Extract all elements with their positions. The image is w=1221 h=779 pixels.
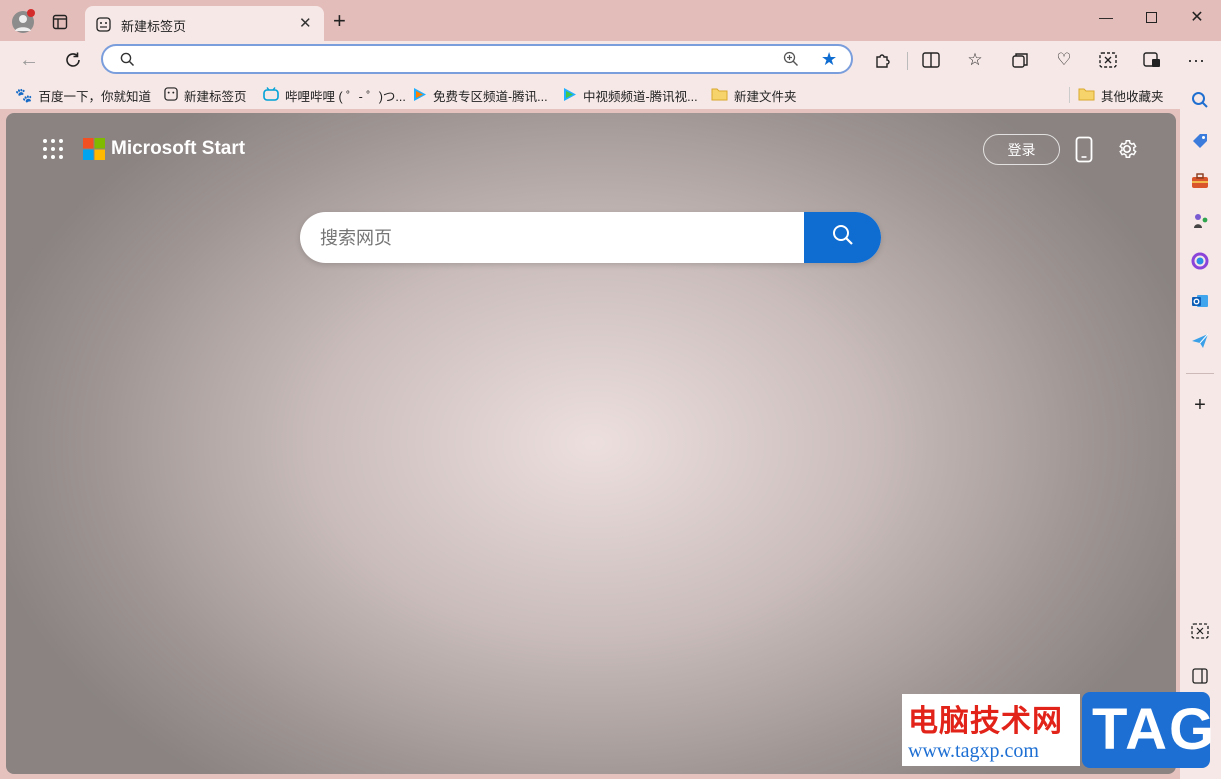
outlook-icon[interactable] [1184,285,1216,317]
bookmark-label: 新建标签页 [184,90,247,104]
browser-essentials-icon[interactable]: ♡ [1048,44,1080,76]
more-options-icon[interactable]: ··· [1180,44,1212,76]
bookmarks-bar: 🐾 百度一下，你就知道 新建标签页 哔哩哔哩 ( ゜- ゜)つ... 免费专区频… [0,81,1221,109]
mobile-icon[interactable] [1075,136,1093,168]
microsoft-logo-icon [83,138,105,160]
bookmark-label: 哔哩哔哩 ( ゜- ゜)つ... [285,90,406,104]
search-icon [120,52,135,72]
bookmark-label: 百度一下，你就知道 [38,90,151,104]
app-launcher-icon[interactable] [42,138,64,160]
watermark-logo: TAG [1082,692,1214,768]
screenshot-icon[interactable] [1092,44,1124,76]
other-bookmarks[interactable]: 其他收藏夹 [1078,86,1164,105]
bookmark-baidu[interactable]: 🐾 百度一下，你就知道 [15,86,151,105]
collections-icon[interactable] [1004,44,1036,76]
folder-icon [1078,87,1095,104]
add-sidebar-app-icon[interactable]: + [1184,389,1216,421]
web-search-input[interactable] [318,225,792,251]
favorite-star-icon[interactable]: ★ [821,49,837,70]
watermark-url: www.tagxp.com [908,740,1039,762]
other-bookmarks-label: 其他收藏夹 [1101,90,1164,104]
login-button[interactable]: 登录 [983,134,1060,165]
bookmark-new-tab[interactable]: 新建标签页 [164,86,247,105]
refresh-icon[interactable] [57,44,89,76]
toolbar: ← ★ ☆ ♡ ··· [0,41,1221,81]
tab-new-tab[interactable]: 新建标签页 ✕ [85,6,324,41]
web-search-box[interactable] [300,212,881,263]
settings-gear-icon[interactable] [1116,138,1138,165]
microsoft-365-icon[interactable] [1184,245,1216,277]
tab-actions-icon[interactable] [52,14,68,35]
search-icon [832,224,854,251]
title-bar: 新建标签页 ✕ + — ✕ [0,0,1221,41]
minimize-button[interactable]: — [1083,5,1129,29]
web-search-button[interactable] [804,212,881,263]
close-tab-icon[interactable]: ✕ [299,14,312,32]
shopping-tag-icon[interactable] [1184,125,1216,157]
newtab-icon [96,17,111,37]
brand-name[interactable]: Microsoft Start [111,138,245,160]
address-bar[interactable]: ★ [101,44,853,74]
page-content: Microsoft Start 登录 [6,113,1176,774]
new-tab-button[interactable]: + [333,10,346,32]
zoom-icon[interactable] [783,51,799,72]
hide-sidebar-icon[interactable] [1184,660,1216,692]
close-window-button[interactable]: ✕ [1174,5,1220,29]
back-arrow-icon[interactable]: ← [13,44,45,76]
bookmark-label: 中视频频道-腾讯视... [583,90,698,104]
newtab-icon [164,87,178,104]
bookmark-label: 新建文件夹 [734,90,797,104]
bookmark-bilibili[interactable]: 哔哩哔哩 ( ゜- ゜)つ... [263,86,406,105]
bookmark-tencent-mid[interactable]: 中视频频道-腾讯视... [562,86,698,105]
sidebar-screenshot-icon[interactable] [1184,615,1216,647]
tools-icon[interactable] [1184,165,1216,197]
tencent-video-icon [412,87,427,105]
games-icon[interactable] [1184,205,1216,237]
bookmarks-divider [1069,87,1070,103]
extensions-icon[interactable] [867,44,899,76]
favorites-icon[interactable]: ☆ [959,44,991,76]
watermark-text-panel: 电脑技术网 www.tagxp.com [902,694,1080,766]
send-icon[interactable] [1184,325,1216,357]
watermark-title: 电脑技术网 [908,704,1063,739]
address-input[interactable] [143,49,747,71]
toolbar-divider [907,52,908,70]
bookmark-folder[interactable]: 新建文件夹 [711,86,797,105]
split-screen-icon[interactable] [915,44,947,76]
tencent-video-icon [562,87,577,105]
bilibili-icon [263,87,279,104]
maximize-button[interactable] [1128,5,1174,29]
sidebar-divider [1186,373,1214,374]
edge-sidebar: + [1180,81,1221,779]
sidebar-search-icon[interactable] [1184,84,1216,116]
watermark-logo-text: TAG [1092,697,1217,762]
workspaces-icon[interactable] [1136,44,1168,76]
tab-title: 新建标签页 [121,19,187,34]
baidu-icon: 🐾 [15,87,33,103]
profile-avatar[interactable] [12,9,35,33]
bookmark-label: 免费专区频道-腾讯... [433,90,548,104]
bookmark-tencent-free[interactable]: 免费专区频道-腾讯... [412,86,548,105]
folder-icon [711,87,728,104]
